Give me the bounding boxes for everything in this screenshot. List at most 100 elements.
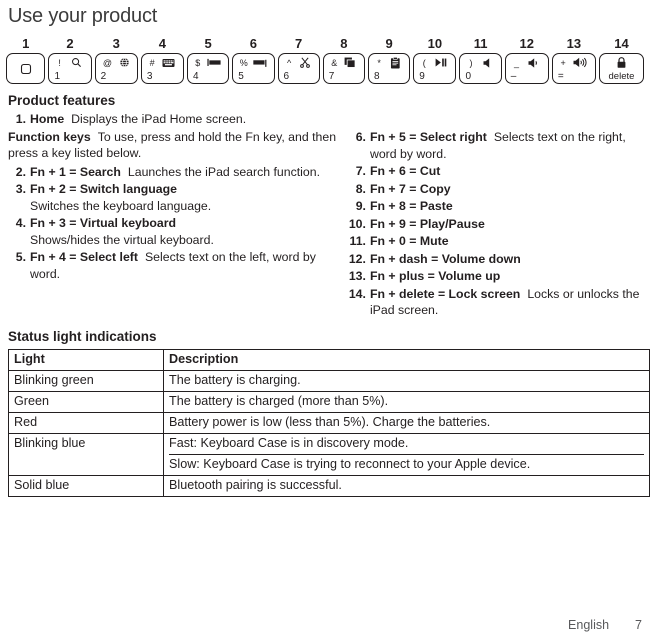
feature-body: Home Displays the iPad Home screen. [30,111,338,128]
feature-item: 2. Fn + 1 = Search Launches the iPad searc… [8,164,338,181]
key-lower-legend: 6 [283,71,290,82]
key-upper-legend: ) [469,57,473,68]
feature-body: Fn + 0 = Mute [370,233,644,250]
cell-description: The battery is charging. [163,369,650,392]
feature-item: 1. Home Displays the iPad Home screen. [8,111,338,128]
feature-item: 10. Fn + 9 = Play/Pause [348,216,644,233]
feature-name: Fn + 4 = Select left [30,250,138,264]
feature-number: 5. [15,250,26,264]
callout-number-row: 1 2 3 4 5 6 7 8 9 10 11 12 13 14 [6,33,644,51]
key-upper-legend: % [239,57,248,68]
callout-number-12: 12 [519,36,534,51]
features-left-column: 1. Home Displays the iPad Home screen. Func… [6,111,338,320]
callout-number-2: 2 [66,36,74,51]
footer-page-number: 7 [635,618,642,632]
key-lock-screen[interactable]: delete [598,53,644,84]
feature-number: 4. [15,216,26,230]
feature-number: 11. [349,234,366,248]
feature-name: Fn + 0 = Mute [369,234,449,248]
callout-number-4: 4 [158,36,167,51]
mute-icon [483,57,492,68]
key-search[interactable]: ! 1 [48,53,92,84]
key-lower-legend: 0 [465,71,471,82]
key-play-pause[interactable]: (9 [413,53,457,84]
key-lower-legend: 5 [238,71,244,82]
key-lower-legend: 8 [374,71,380,82]
callout-number-10: 10 [427,36,443,51]
feature-body: Fn + delete = Lock screen Locks or unlock… [370,286,644,319]
cell-description: Fast: Keyboard Case is in discovery mode… [163,432,650,476]
feature-name: Fn + 9 = Play/Pause [369,216,485,231]
feature-name: Fn + 7 = Copy [369,181,451,196]
callout-number-5: 5 [204,36,212,51]
keyboard-diagram: 1 2 3 4 5 6 7 8 9 10 11 12 13 14 ! 1 @2 #3 $4% 5 ^ 6 & 7 * 8(9) 0… [6,33,644,84]
feature-body: Fn + 7 = Copy [370,181,644,198]
key-paste[interactable]: * 8 [368,53,411,84]
key-switch-language[interactable]: @2 [94,53,138,84]
key-mute[interactable]: ) 0 [459,53,502,84]
select-right-icon [253,58,267,68]
feature-body: Fn + 9 = Play/Pause [370,216,644,233]
table-row: Green The battery is charged (more than 5… [8,390,650,413]
key-volume-up[interactable]: + = [551,53,596,84]
key-lower-legend: 2 [100,71,107,82]
key-upper-legend: # [149,57,155,68]
key-lower-legend: 7 [328,71,335,82]
cell-light: Blinking green [8,369,164,392]
key-upper-legend: ( [422,57,426,68]
feature-item: 4. Fn + 3 = Virtual keyboard Shows/hides t… [8,215,338,248]
volume-up-icon [573,57,587,68]
feature-description: Launches the iPad search function. [127,164,321,179]
key-select-right[interactable]: % 5 [232,53,275,84]
product-features-columns: 1. Home Displays the iPad Home screen. Func… [6,111,644,320]
feature-name: Fn + 3 = Virtual keyboard [30,216,177,230]
key-lower-legend: 1 [54,71,60,82]
scissors-icon [300,57,311,68]
callout-number-7: 7 [295,36,303,51]
key-virtual-keyboard[interactable]: #3 [140,53,184,84]
feature-body: Fn + 4 = Select left Selects text on the … [30,249,338,282]
feature-name: Fn + 2 = Switch language [30,182,177,196]
callout-number-13: 13 [566,36,582,51]
feature-body: Fn + 8 = Paste [370,198,644,215]
feature-item: 5. Fn + 4 = Select left Selects text on th… [8,249,338,282]
feature-body: Fn + dash = Volume down [370,251,644,268]
cell-description: Bluetooth pairing is successful. [163,474,650,497]
table-header-row: Light Description [8,348,650,371]
cell-light: Green [8,390,164,413]
table-row: Solid blue Bluetooth pairing is successfu… [8,474,650,497]
features-right-column: 6. Fn + 5 = Select right Selects text on t… [338,111,644,320]
lock-icon [617,57,626,68]
key-upper-legend: ! [58,57,61,68]
key-home[interactable] [6,53,46,84]
table-head: Light Description [8,348,650,371]
feature-number: 6. [355,130,366,144]
home-square-icon [20,63,32,75]
key-lower-legend: – [510,71,517,82]
feature-name: Fn + 8 = Paste [369,199,453,213]
feature-name: Fn + 6 = Cut [369,164,441,178]
feature-number: 8. [355,181,366,196]
feature-body: Fn + 1 = Search Launches the iPad search … [30,164,338,181]
key-cut[interactable]: ^ 6 [277,53,320,84]
feature-description: Shows/hides the virtual keyboard. [30,232,214,247]
key-upper-legend: & [331,57,338,68]
table-body: Blinking green The battery is charging. Gr… [8,369,650,497]
callout-number-6: 6 [249,36,257,51]
play-pause-icon [435,58,447,67]
feature-number: 3. [15,182,26,196]
cell-light: Red [8,411,164,434]
feature-item: 3. Fn + 2 = Switch language Switches the k… [8,181,338,214]
feature-item: 6. Fn + 5 = Select right Selects text on t… [348,129,644,162]
feature-name: Fn + plus = Volume up [369,269,501,283]
key-select-left[interactable]: $4 [187,53,230,84]
page-title: Use your product [8,5,158,27]
cell-light: Solid blue [8,474,164,497]
key-upper-legend: * [377,57,381,68]
callout-number-1: 1 [22,36,30,51]
key-copy[interactable]: & 7 [322,53,365,84]
feature-name: Fn + dash = Volume down [369,251,521,266]
feature-number: 9. [355,199,366,213]
key-upper-legend: @ [102,57,113,68]
key-volume-down[interactable]: _ – [504,53,549,84]
